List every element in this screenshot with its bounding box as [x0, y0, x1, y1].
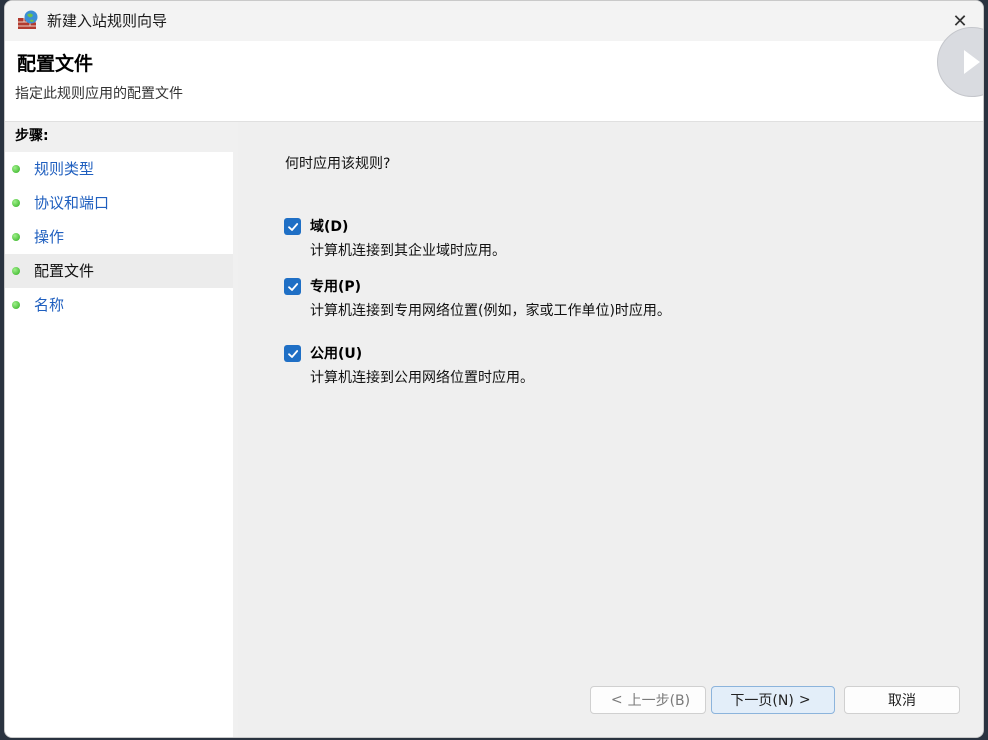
step-label: 操作 [34, 228, 65, 246]
firewall-globe-icon [18, 10, 38, 29]
content-panel: 何时应用该规则? 域(D) 计算机连接到其企业域时应用。 专用(P) 计算机连接… [238, 122, 983, 737]
chevron-left-icon: < [610, 692, 623, 708]
step-dot-icon [12, 233, 20, 241]
page-title: 配置文件 [17, 53, 94, 75]
domain-description: 计算机连接到其企业域时应用。 [310, 243, 506, 259]
step-dot-icon [12, 301, 20, 309]
private-description: 计算机连接到专用网络位置(例如，家或工作单位)时应用。 [310, 303, 671, 319]
step-item-name[interactable]: 名称 [5, 288, 233, 322]
step-dot-icon [12, 267, 20, 275]
private-label[interactable]: 专用(P) [310, 276, 361, 296]
public-checkbox[interactable] [284, 345, 301, 362]
question-text: 何时应用该规则? [285, 156, 391, 172]
back-button[interactable]: < 上一步(B) [590, 686, 706, 714]
back-label: 上一步(B) [627, 693, 691, 709]
step-item-rule-type[interactable]: 规则类型 [5, 152, 233, 186]
check-icon [287, 282, 298, 291]
step-item-profile[interactable]: 配置文件 [5, 254, 233, 288]
page-subtitle: 指定此规则应用的配置文件 [15, 86, 183, 102]
steps-heading: 步骤: [5, 122, 233, 152]
title-bar[interactable]: 新建入站规则向导 ✕ [5, 1, 983, 41]
next-label: 下一页(N) [730, 693, 794, 709]
step-label: 配置文件 [34, 262, 95, 280]
next-button[interactable]: 下一页(N) > [711, 686, 835, 714]
public-description: 计算机连接到公用网络位置时应用。 [310, 370, 534, 386]
check-icon [287, 349, 298, 358]
public-label[interactable]: 公用(U) [310, 343, 362, 363]
step-item-protocol-port[interactable]: 协议和端口 [5, 186, 233, 220]
step-item-action[interactable]: 操作 [5, 220, 233, 254]
cancel-button[interactable]: 取消 [844, 686, 960, 714]
step-dot-icon [12, 199, 20, 207]
step-label: 名称 [34, 296, 65, 314]
step-label: 协议和端口 [34, 194, 110, 212]
wizard-window: 新建入站规则向导 ✕ 配置文件 指定此规则应用的配置文件 步骤: 规则类型 协议… [4, 0, 984, 738]
chevron-right-icon: > [798, 692, 811, 708]
step-label: 规则类型 [34, 160, 95, 178]
private-checkbox[interactable] [284, 278, 301, 295]
domain-checkbox[interactable] [284, 218, 301, 235]
steps-panel: 步骤: 规则类型 协议和端口 操作 配置文件 名称 [5, 122, 238, 737]
domain-label[interactable]: 域(D) [310, 216, 348, 236]
window-title: 新建入站规则向导 [47, 12, 168, 30]
page-header: 配置文件 指定此规则应用的配置文件 [5, 27, 983, 121]
cancel-label: 取消 [888, 693, 916, 709]
step-dot-icon [12, 165, 20, 173]
check-icon [287, 222, 298, 231]
